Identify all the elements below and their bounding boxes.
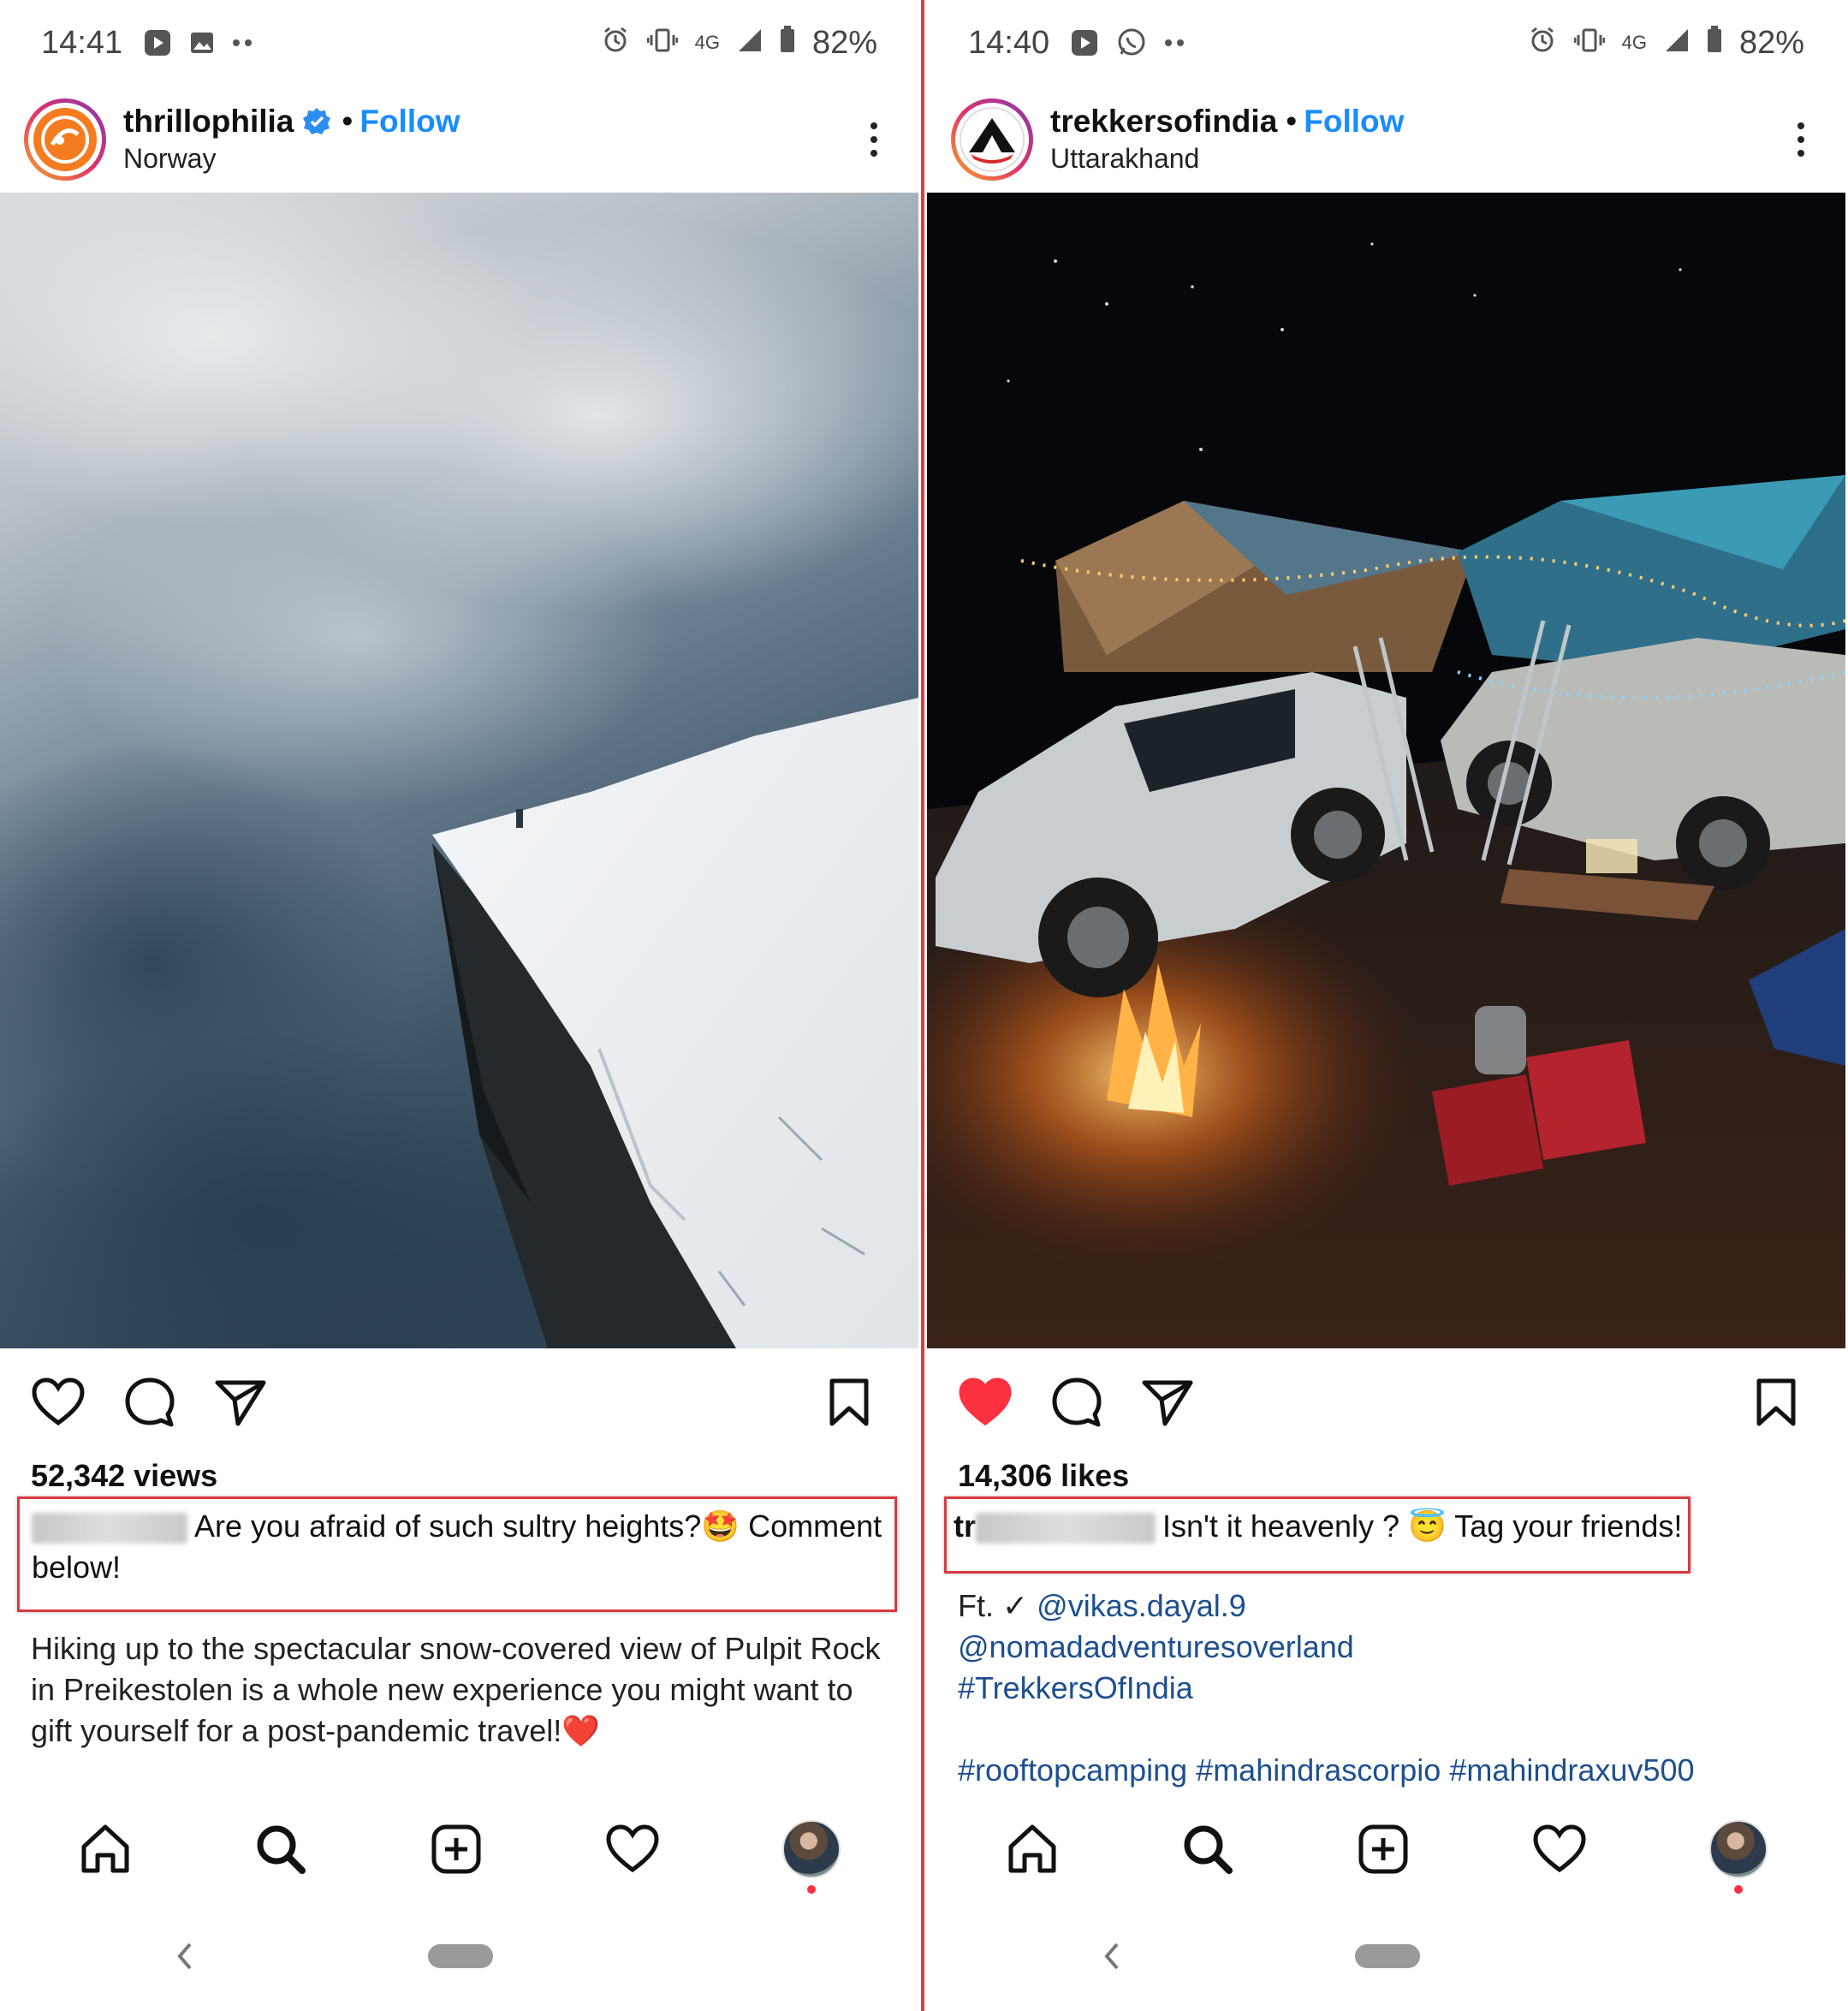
account-username[interactable]: trekkersofindia	[1050, 104, 1277, 140]
right-screenshot: 14:40 4G 82% trekkersofindia • Follow Ut…	[927, 0, 1845, 2011]
alarm-icon	[601, 25, 630, 62]
alarm-icon	[1528, 25, 1557, 62]
status-bar: 14:41 4G 82%	[0, 0, 918, 86]
system-navigation	[0, 1931, 918, 1982]
back-chevron-icon[interactable]	[1098, 1939, 1124, 1978]
thrillophilia-logo	[33, 107, 97, 171]
bookmark-save-icon[interactable]	[1755, 1377, 1797, 1427]
status-time: 14:40	[968, 24, 1050, 61]
mention-link[interactable]: @vikas.dayal.9	[1037, 1588, 1246, 1623]
blurred-username	[976, 1513, 1156, 1544]
profile-avatar	[1708, 1820, 1768, 1878]
vibrate-icon	[1573, 25, 1606, 61]
hashtag-link[interactable]: #TrekkersOfIndia	[958, 1668, 1820, 1709]
blurred-username	[32, 1513, 187, 1544]
post-location[interactable]: Norway	[123, 143, 461, 175]
home-pill-gesture[interactable]	[428, 1944, 493, 1968]
profile-tab[interactable]	[1708, 1820, 1768, 1894]
profile-avatar	[781, 1820, 841, 1878]
bottom-navigation	[927, 1806, 1845, 1894]
account-avatar[interactable]	[24, 98, 106, 181]
description-text: Hiking up to the spectacular snow-covere…	[31, 1631, 881, 1748]
dot-separator: •	[342, 104, 354, 139]
caption-username-prefix: tr	[954, 1508, 976, 1544]
notification-dot	[1733, 1885, 1743, 1894]
comment-bubble-icon[interactable]	[1050, 1376, 1103, 1429]
network-4g-label: 4G	[1621, 32, 1647, 53]
post-description: Hiking up to the spectacular snow-covere…	[31, 1628, 893, 1752]
liked-heart-icon[interactable]	[958, 1377, 1013, 1428]
create-post-icon[interactable]	[1357, 1823, 1410, 1876]
play-store-notification-icon	[1070, 28, 1099, 57]
red-heart-emoji: ❤️	[562, 1713, 601, 1748]
caption-text: Are you afraid of such sultry heights?🤩 …	[32, 1506, 882, 1588]
caption-body: Isn't it heavenly ? 😇 Tag your friends!	[1162, 1508, 1683, 1544]
battery-icon	[780, 25, 795, 61]
follow-button[interactable]: Follow	[1304, 104, 1404, 140]
system-navigation	[927, 1931, 1845, 1982]
status-time: 14:41	[41, 24, 123, 61]
mention-link[interactable]: @nomadadventuresoverland	[958, 1627, 1820, 1668]
search-icon[interactable]	[1181, 1823, 1234, 1876]
post-actions	[927, 1368, 1845, 1437]
comment-bubble-icon[interactable]	[123, 1376, 176, 1429]
whatsapp-notification-icon	[1116, 27, 1147, 58]
share-paper-plane-icon[interactable]	[1141, 1377, 1194, 1427]
signal-icon	[1664, 25, 1690, 61]
play-store-notification-icon	[143, 28, 172, 57]
home-icon[interactable]	[79, 1823, 132, 1876]
verified-badge-icon	[302, 107, 331, 136]
notification-dot	[806, 1885, 816, 1894]
search-icon[interactable]	[254, 1823, 307, 1876]
battery-icon	[1707, 25, 1722, 61]
image-notification-icon	[189, 30, 215, 56]
left-screenshot: 14:41 4G 82% thrillophilia • Follow Norw…	[0, 0, 918, 2011]
activity-heart-icon[interactable]	[605, 1824, 660, 1875]
profile-tab[interactable]	[781, 1820, 841, 1894]
follow-button[interactable]: Follow	[359, 104, 460, 140]
post-image-pulpit-rock[interactable]	[0, 193, 918, 1348]
post-actions	[0, 1368, 918, 1437]
featured-line: Ft. ✓ @vikas.dayal.9	[958, 1586, 1820, 1627]
activity-heart-icon[interactable]	[1532, 1824, 1587, 1875]
like-heart-icon[interactable]	[31, 1377, 86, 1428]
more-options-icon[interactable]	[1780, 114, 1821, 165]
bookmark-save-icon[interactable]	[828, 1377, 871, 1427]
post-header: trekkersofindia • Follow Uttarakhand	[927, 90, 1845, 188]
create-post-icon[interactable]	[430, 1823, 483, 1876]
post-location[interactable]: Uttarakhand	[1050, 143, 1404, 175]
red-divider	[918, 0, 927, 2011]
hashtag-links[interactable]: #rooftopcamping #mahindrascorpio #mahind…	[958, 1750, 1820, 1791]
caption-highlight-box: tr Isn't it heavenly ? 😇 Tag your friends…	[944, 1496, 1691, 1574]
trekkersofindia-logo	[960, 106, 1025, 172]
post-description: Ft. ✓ @vikas.dayal.9 @nomadadventuresove…	[958, 1586, 1820, 1791]
post-header: thrillophilia • Follow Norway	[0, 90, 918, 188]
home-icon[interactable]	[1006, 1823, 1059, 1876]
more-options-icon[interactable]	[853, 114, 894, 165]
back-chevron-icon[interactable]	[171, 1939, 197, 1978]
more-notifications-icon	[1164, 39, 1186, 47]
bottom-navigation	[0, 1806, 918, 1894]
account-avatar[interactable]	[951, 98, 1033, 181]
signal-icon	[737, 25, 763, 61]
vibrate-icon	[646, 25, 679, 61]
battery-percent: 82%	[1738, 24, 1804, 61]
caption-highlight-box: Are you afraid of such sultry heights?🤩 …	[17, 1496, 897, 1612]
caption-text: tr Isn't it heavenly ? 😇 Tag your friends…	[954, 1506, 1683, 1547]
home-pill-gesture[interactable]	[1355, 1944, 1420, 1968]
views-count[interactable]: 52,342 views	[31, 1458, 217, 1494]
dot-separator: •	[1286, 104, 1298, 139]
network-4g-label: 4G	[694, 32, 720, 53]
battery-percent: 82%	[811, 24, 877, 61]
post-image-rooftop-camping[interactable]	[927, 193, 1845, 1348]
more-notifications-icon	[232, 39, 254, 47]
featured-label: Ft. ✓	[958, 1588, 1037, 1623]
status-bar: 14:40 4G 82%	[927, 0, 1845, 86]
likes-count[interactable]: 14,306 likes	[958, 1458, 1129, 1494]
account-username[interactable]: thrillophilia	[123, 104, 294, 140]
share-paper-plane-icon[interactable]	[214, 1377, 267, 1427]
